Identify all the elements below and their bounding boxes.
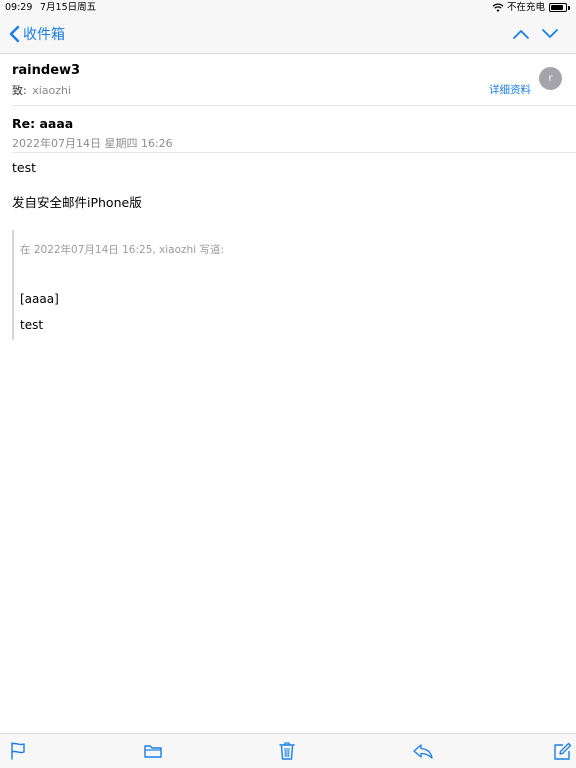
quote-bar <box>12 230 14 340</box>
battery-icon <box>549 3 567 12</box>
details-link[interactable]: 详细资料 <box>489 82 531 97</box>
quote-line: [aaaa] <box>20 292 59 306</box>
back-label: 收件箱 <box>23 27 65 43</box>
sender-block: raindew3 致: xiaozhi 详细资料 r <box>0 54 576 106</box>
divider <box>12 152 576 153</box>
status-date: 7月15日周五 <box>40 2 97 13</box>
compose-icon[interactable] <box>552 741 572 761</box>
divider <box>12 105 576 106</box>
nav-bar: 收件箱 <box>0 15 576 54</box>
status-bar: 09:29 7月15日周五 不在充电 <box>0 0 576 15</box>
quote-line: test <box>20 318 44 332</box>
battery-level <box>551 5 563 10</box>
bottom-toolbar <box>0 733 576 768</box>
wifi-icon <box>492 3 504 12</box>
to-label: 致: <box>12 84 27 97</box>
back-button[interactable]: 收件箱 <box>8 23 65 45</box>
avatar[interactable]: r <box>539 67 562 90</box>
trash-icon[interactable] <box>277 741 297 761</box>
chevron-left-icon <box>9 25 20 43</box>
sender-name: raindew3 <box>12 63 81 78</box>
chevron-up-icon[interactable] <box>511 24 531 44</box>
body-line: 发自安全邮件iPhone版 <box>12 195 142 210</box>
body-line: test <box>12 160 37 175</box>
status-right: 不在充电 <box>492 0 570 15</box>
battery-tip <box>568 5 570 10</box>
message-date: 2022年07月14日 星期四 16:26 <box>12 137 173 150</box>
reply-icon[interactable] <box>412 741 434 761</box>
quote-header: 在 2022年07月14日 16:25, xiaozhi 写道: <box>20 244 225 256</box>
chevron-down-icon[interactable] <box>540 24 560 44</box>
recipient-line: 致: xiaozhi <box>12 82 71 98</box>
status-time: 09:29 <box>5 2 33 13</box>
folder-icon[interactable] <box>143 741 163 761</box>
recipient-name[interactable]: xiaozhi <box>32 84 71 97</box>
message-subject: Re: aaaa <box>12 116 74 131</box>
flag-icon[interactable] <box>8 741 28 761</box>
charging-status: 不在充电 <box>506 2 545 13</box>
